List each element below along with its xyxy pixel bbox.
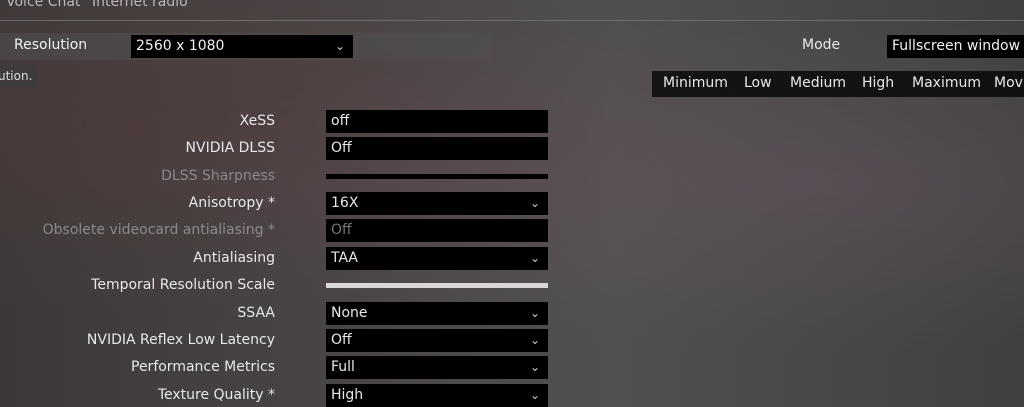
reflex-value: Off [331, 332, 352, 348]
preset-high[interactable]: High [862, 75, 894, 91]
texture-quality-dropdown[interactable]: High ⌄ [326, 384, 548, 407]
quality-preset-bar: Minimum Low Medium High Maximum Movi [652, 71, 1024, 97]
preset-low[interactable]: Low [744, 75, 772, 91]
anisotropy-label: Anisotropy * [188, 195, 275, 211]
tab-voice-chat[interactable]: Voice Chat [6, 0, 80, 10]
obsolete-aa-label: Obsolete videocard antialiasing * [42, 222, 275, 238]
tab-divider [0, 20, 1024, 21]
reflex-dropdown[interactable]: Off ⌄ [326, 329, 548, 352]
anisotropy-dropdown[interactable]: 16X ⌄ [326, 192, 548, 215]
tab-internet-radio[interactable]: Internet radio [92, 0, 188, 10]
mode-dropdown[interactable]: Fullscreen window [887, 35, 1024, 58]
resolution-label: Resolution [14, 37, 88, 53]
temporal-res-label: Temporal Resolution Scale [91, 277, 275, 293]
dlss-sharpness-slider[interactable] [326, 174, 548, 179]
antialiasing-label: Antialiasing [193, 250, 275, 266]
ssaa-label: SSAA [237, 305, 275, 321]
obsolete-aa-field: Off [326, 219, 548, 242]
chevron-down-icon: ⌄ [334, 39, 345, 53]
chevron-down-icon: ⌄ [529, 251, 540, 265]
chevron-down-icon: ⌄ [529, 306, 540, 320]
dlss-sharpness-label: DLSS Sharpness [161, 168, 275, 184]
resolution-dropdown[interactable]: 2560 x 1080 ⌄ [131, 35, 353, 58]
chevron-down-icon: ⌄ [529, 388, 540, 402]
antialiasing-value: TAA [331, 250, 359, 266]
ssaa-value: None [331, 305, 368, 321]
dlss-field[interactable]: Off [326, 137, 548, 160]
chevron-down-icon: ⌄ [529, 360, 540, 374]
perf-metrics-dropdown[interactable]: Full ⌄ [326, 356, 548, 379]
tooltip: ution. [0, 65, 37, 87]
preset-medium[interactable]: Medium [790, 75, 846, 91]
perf-metrics-value: Full [331, 359, 355, 375]
mode-value: Fullscreen window [892, 38, 1021, 54]
resolution-value: 2560 x 1080 [136, 38, 225, 54]
preset-minimum[interactable]: Minimum [663, 75, 728, 91]
xess-field[interactable]: off [326, 110, 548, 133]
preset-maximum[interactable]: Maximum [912, 75, 981, 91]
temporal-res-slider[interactable] [326, 283, 548, 288]
anisotropy-value: 16X [331, 195, 359, 211]
preset-movie[interactable]: Movi [994, 75, 1024, 91]
chevron-down-icon: ⌄ [529, 196, 540, 210]
reflex-label: NVIDIA Reflex Low Latency [86, 332, 275, 348]
dlss-label: NVIDIA DLSS [185, 140, 275, 156]
antialiasing-dropdown[interactable]: TAA ⌄ [326, 247, 548, 270]
texture-quality-label: Texture Quality * [157, 387, 275, 403]
mode-label: Mode [802, 37, 841, 53]
texture-quality-value: High [331, 387, 364, 403]
xess-label: XeSS [239, 113, 275, 129]
ssaa-dropdown[interactable]: None ⌄ [326, 302, 548, 325]
perf-metrics-label: Performance Metrics [131, 359, 275, 375]
chevron-down-icon: ⌄ [529, 333, 540, 347]
